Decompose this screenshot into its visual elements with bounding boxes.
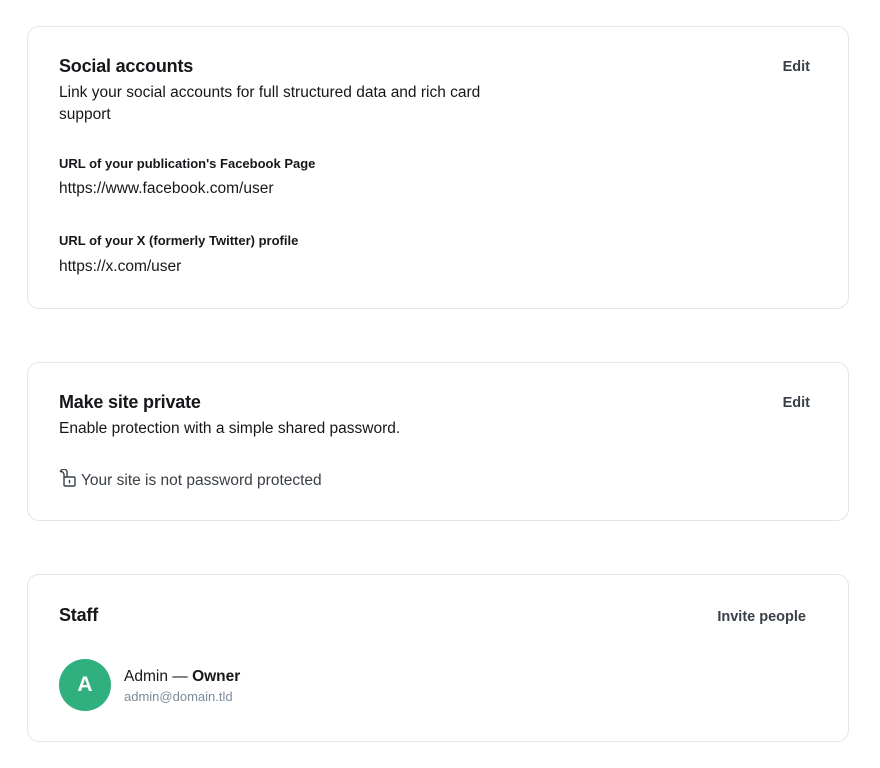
private-edit-button[interactable]: Edit [783, 395, 810, 411]
social-edit-button[interactable]: Edit [783, 59, 810, 75]
staff-member-separator: — [167, 667, 193, 685]
make-site-private-title: Make site private [59, 392, 201, 412]
staff-member-name: Admin [124, 667, 168, 685]
staff-member-role: Owner [192, 667, 241, 685]
staff-member-name-line: Admin — Owner [124, 667, 240, 687]
password-status-text: Your site is not password protected [81, 471, 322, 489]
staff-card: Staff Invite people A Admin — Owner admi… [27, 574, 849, 742]
facebook-url-value: https://www.facebook.com/user [59, 180, 274, 197]
social-accounts-title: Social accounts [59, 56, 194, 76]
x-url-label: URL of your X (formerly Twitter) profile [59, 233, 299, 248]
avatar: A [59, 659, 111, 711]
invite-people-button[interactable]: Invite people [717, 609, 806, 625]
make-site-private-card: Make site private Edit Enable protection… [27, 362, 849, 521]
staff-member-info: Admin — Owner admin@domain.tld [124, 667, 240, 704]
staff-member-row[interactable]: A Admin — Owner admin@domain.tld [59, 659, 240, 711]
staff-title: Staff [59, 605, 98, 625]
social-accounts-description: Link your social accounts for full struc… [59, 84, 481, 123]
staff-member-email: admin@domain.tld [124, 688, 233, 704]
password-status: Your site is not password protected [59, 468, 322, 492]
unlock-icon [59, 468, 81, 492]
x-url-value: https://x.com/user [59, 258, 182, 275]
social-accounts-card: Social accounts Edit Link your social ac… [27, 26, 849, 309]
make-site-private-description: Enable protection with a simple shared p… [59, 420, 401, 437]
facebook-url-label: URL of your publication's Facebook Page [59, 156, 316, 171]
